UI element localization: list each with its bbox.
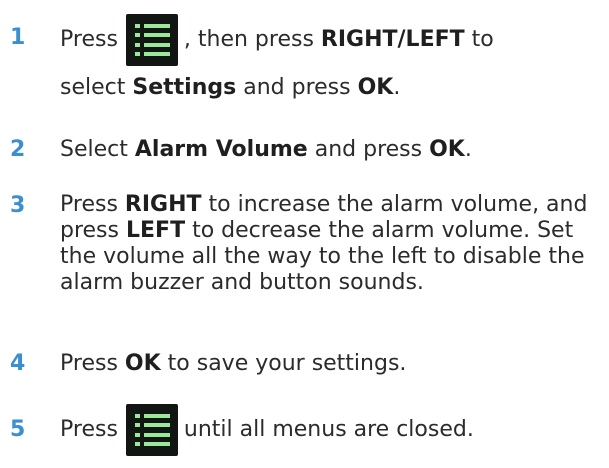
step-number: 4	[10, 351, 26, 376]
step-5: 5 Press until all menus are closed.	[0, 404, 609, 460]
step-text-cont: select Settings and press OK.	[60, 75, 401, 100]
step-number: 2	[10, 137, 26, 162]
step-number: 1	[10, 25, 26, 50]
step-text: Press OK to save your settings.	[60, 351, 407, 376]
step-text: Press, then press RIGHT/LEFT to	[60, 14, 601, 66]
step-4: 4 Press OK to save your settings.	[0, 350, 609, 380]
step-text: Press until all menus are closed.	[60, 404, 601, 456]
step-2: 2 Select Alarm Volume and press OK.	[0, 136, 609, 166]
menu-list-icon	[125, 14, 178, 66]
step-3: 3 Press RIGHT to increase the alarm volu…	[0, 192, 609, 322]
step-text: Press RIGHT to increase the alarm volume…	[60, 192, 588, 295]
step-1: 1 Press, then press RIGHT/LEFT to select…	[0, 14, 609, 104]
step-text: Select Alarm Volume and press OK.	[60, 137, 472, 162]
menu-list-icon	[125, 404, 178, 456]
step-number: 3	[10, 193, 26, 218]
step-number: 5	[10, 417, 26, 442]
